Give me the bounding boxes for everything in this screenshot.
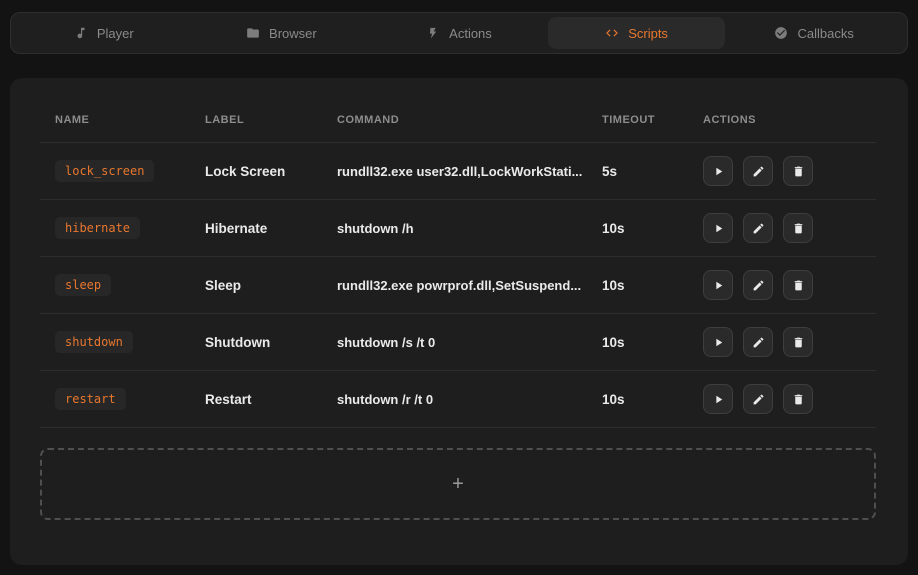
pencil-icon	[752, 279, 765, 292]
script-actions	[703, 213, 876, 243]
tab-label: Player	[97, 26, 134, 41]
column-header-actions: ACTIONS	[703, 114, 876, 126]
table-header-row: NAME LABEL COMMAND TIMEOUT ACTIONS	[40, 114, 876, 143]
column-header-command: COMMAND	[337, 114, 602, 126]
trash-icon	[792, 222, 805, 235]
table-row: sleep Sleep rundll32.exe powrprof.dll,Se…	[40, 257, 876, 314]
code-icon	[605, 26, 619, 40]
run-script-button[interactable]	[703, 270, 733, 300]
scripts-panel: NAME LABEL COMMAND TIMEOUT ACTIONS lock_…	[10, 78, 908, 565]
tab-callbacks[interactable]: Callbacks	[725, 17, 903, 49]
play-icon	[712, 165, 725, 178]
play-icon	[712, 336, 725, 349]
script-name-badge: hibernate	[55, 217, 140, 239]
trash-icon	[792, 279, 805, 292]
edit-script-button[interactable]	[743, 213, 773, 243]
play-icon	[712, 393, 725, 406]
pencil-icon	[752, 165, 765, 178]
check-circle-icon	[774, 26, 788, 40]
delete-script-button[interactable]	[783, 213, 813, 243]
add-script-dropzone[interactable]: +	[40, 448, 876, 520]
script-label: Restart	[205, 392, 337, 407]
tab-player[interactable]: Player	[15, 17, 193, 49]
script-command: shutdown /r /t 0	[337, 392, 602, 407]
column-header-label: LABEL	[205, 114, 337, 126]
tab-label: Scripts	[628, 26, 668, 41]
script-label: Hibernate	[205, 221, 337, 236]
script-name-badge: restart	[55, 388, 126, 410]
script-label: Shutdown	[205, 335, 337, 350]
folder-icon	[246, 26, 260, 40]
pencil-icon	[752, 222, 765, 235]
tab-actions[interactable]: Actions	[370, 17, 548, 49]
edit-script-button[interactable]	[743, 384, 773, 414]
script-command: shutdown /h	[337, 221, 602, 236]
script-command: rundll32.exe user32.dll,LockWorkStati...	[337, 164, 602, 179]
edit-script-button[interactable]	[743, 156, 773, 186]
run-script-button[interactable]	[703, 156, 733, 186]
script-name-badge: sleep	[55, 274, 111, 296]
music-note-icon	[74, 26, 88, 40]
script-actions	[703, 156, 876, 186]
run-script-button[interactable]	[703, 384, 733, 414]
plus-icon: +	[452, 474, 464, 494]
script-actions	[703, 270, 876, 300]
script-name-badge: shutdown	[55, 331, 133, 353]
script-actions	[703, 327, 876, 357]
play-icon	[712, 279, 725, 292]
script-label: Lock Screen	[205, 164, 337, 179]
pencil-icon	[752, 393, 765, 406]
tab-browser[interactable]: Browser	[193, 17, 371, 49]
table-body: lock_screen Lock Screen rundll32.exe use…	[40, 143, 876, 428]
delete-script-button[interactable]	[783, 327, 813, 357]
column-header-timeout: TIMEOUT	[602, 114, 703, 126]
play-icon	[712, 222, 725, 235]
script-command: shutdown /s /t 0	[337, 335, 602, 350]
pencil-icon	[752, 336, 765, 349]
edit-script-button[interactable]	[743, 270, 773, 300]
script-timeout: 10s	[602, 335, 703, 350]
table-row: restart Restart shutdown /r /t 0 10s	[40, 371, 876, 428]
trash-icon	[792, 336, 805, 349]
tab-label: Browser	[269, 26, 317, 41]
delete-script-button[interactable]	[783, 270, 813, 300]
tab-scripts[interactable]: Scripts	[548, 17, 726, 49]
tab-label: Actions	[449, 26, 492, 41]
script-timeout: 10s	[602, 278, 703, 293]
tab-label: Callbacks	[797, 26, 853, 41]
table-row: lock_screen Lock Screen rundll32.exe use…	[40, 143, 876, 200]
script-timeout: 5s	[602, 164, 703, 179]
trash-icon	[792, 165, 805, 178]
delete-script-button[interactable]	[783, 384, 813, 414]
run-script-button[interactable]	[703, 327, 733, 357]
script-actions	[703, 384, 876, 414]
script-name-badge: lock_screen	[55, 160, 154, 182]
script-command: rundll32.exe powrprof.dll,SetSuspend...	[337, 278, 602, 293]
script-label: Sleep	[205, 278, 337, 293]
column-header-name: NAME	[40, 114, 205, 126]
delete-script-button[interactable]	[783, 156, 813, 186]
table-row: shutdown Shutdown shutdown /s /t 0 10s	[40, 314, 876, 371]
edit-script-button[interactable]	[743, 327, 773, 357]
table-row: hibernate Hibernate shutdown /h 10s	[40, 200, 876, 257]
run-script-button[interactable]	[703, 213, 733, 243]
script-timeout: 10s	[602, 221, 703, 236]
lightning-icon	[426, 26, 440, 40]
script-timeout: 10s	[602, 392, 703, 407]
trash-icon	[792, 393, 805, 406]
top-tab-bar: Player Browser Actions Scripts Callbacks	[10, 12, 908, 54]
